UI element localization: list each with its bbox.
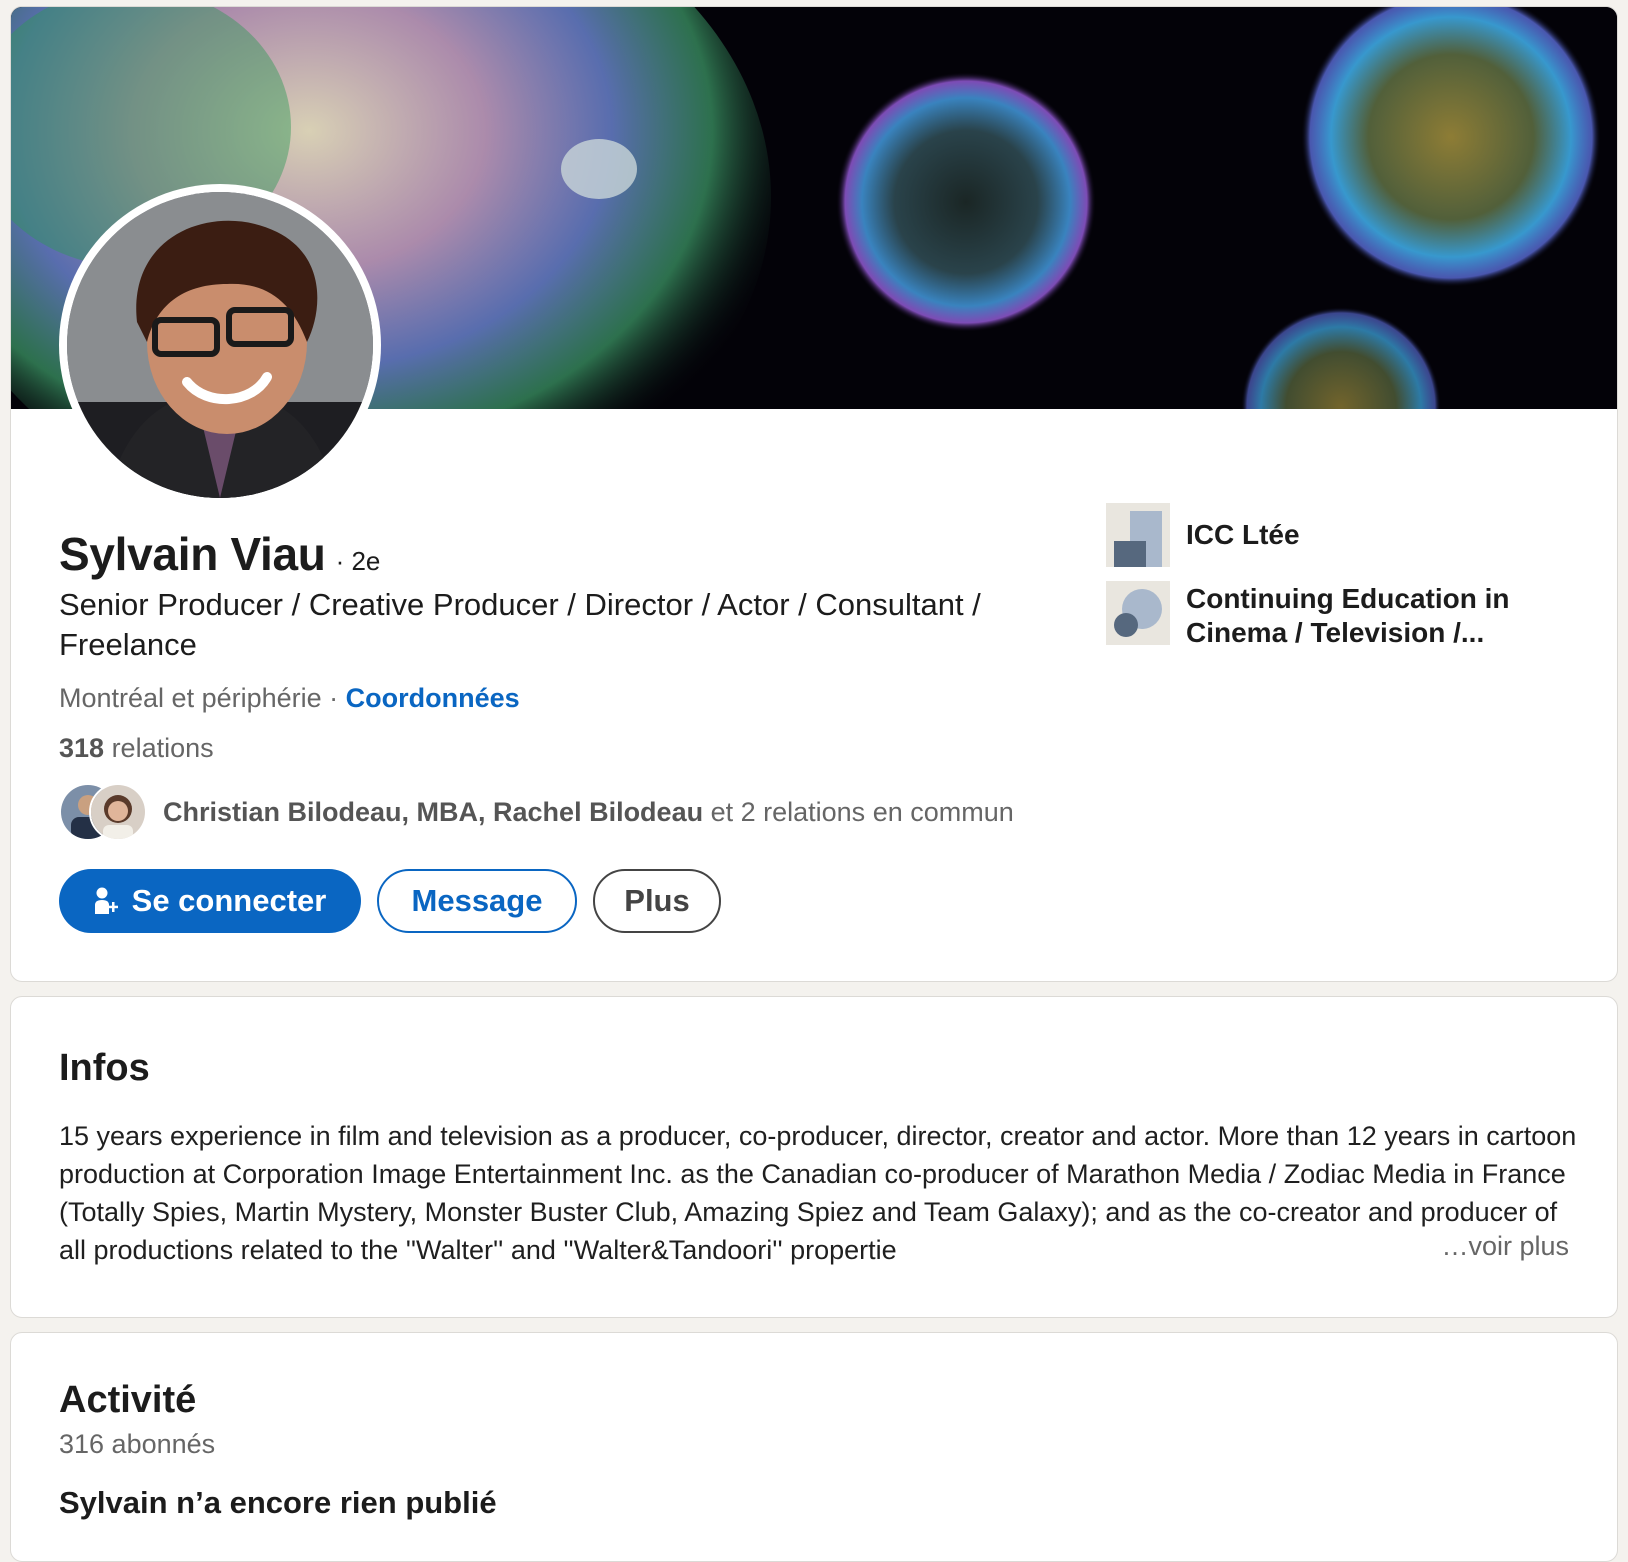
profile-card: Sylvain Viau · 2e Senior Producer / Crea… xyxy=(10,6,1618,982)
activity-title: Activité xyxy=(59,1379,197,1421)
about-title: Infos xyxy=(59,1047,150,1089)
profile-actions: Se connecter Message Plus xyxy=(59,869,721,933)
about-section: Infos 15 years experience in film and te… xyxy=(10,996,1618,1318)
add-person-icon xyxy=(94,886,120,916)
contact-info-link[interactable]: Coordonnées xyxy=(346,683,520,713)
connections-number: 318 xyxy=(59,733,105,763)
location-line: Montréal et périphérie · Coordonnées xyxy=(59,683,520,714)
followers-count[interactable]: 316 abonnés xyxy=(59,1429,215,1460)
company-logo-icon xyxy=(1106,503,1170,567)
location-separator: · xyxy=(321,683,346,713)
connections-count[interactable]: 318 relations xyxy=(59,733,214,764)
current-company[interactable]: ICC Ltée xyxy=(1106,503,1586,567)
education-school[interactable]: Continuing Education in Cinema / Televis… xyxy=(1106,581,1586,650)
mutual-connections[interactable]: Christian Bilodeau, MBA, Rachel Bilodeau… xyxy=(59,783,1014,841)
school-name: Continuing Education in Cinema / Televis… xyxy=(1186,583,1510,648)
avatar xyxy=(89,783,147,841)
location-text: Montréal et périphérie xyxy=(59,683,322,713)
mutual-avatars xyxy=(59,783,149,841)
profile-name: Sylvain Viau xyxy=(59,528,326,580)
message-button[interactable]: Message xyxy=(377,869,577,933)
school-logo-icon xyxy=(1106,581,1170,645)
company-name: ICC Ltée xyxy=(1186,519,1300,550)
profile-photo[interactable] xyxy=(59,184,381,506)
connections-label: relations xyxy=(104,733,214,763)
connection-degree: · 2e xyxy=(335,546,381,576)
mutual-suffix: et 2 relations en commun xyxy=(703,796,1014,827)
connect-label: Se connecter xyxy=(131,883,327,918)
connect-button[interactable]: Se connecter xyxy=(59,869,361,933)
see-more-link[interactable]: …voir plus xyxy=(1423,1231,1569,1262)
activity-section: Activité 316 abonnés Sylvain n’a encore … xyxy=(10,1332,1618,1562)
empty-activity-message: Sylvain n’a encore rien publié xyxy=(59,1485,497,1520)
avatar xyxy=(67,192,373,498)
profile-headline: Senior Producer / Creative Producer / Di… xyxy=(59,587,981,662)
more-button[interactable]: Plus xyxy=(593,869,721,933)
about-text: 15 years experience in film and televisi… xyxy=(59,1121,1577,1265)
mutual-names: Christian Bilodeau, MBA, Rachel Bilodeau xyxy=(163,796,704,827)
